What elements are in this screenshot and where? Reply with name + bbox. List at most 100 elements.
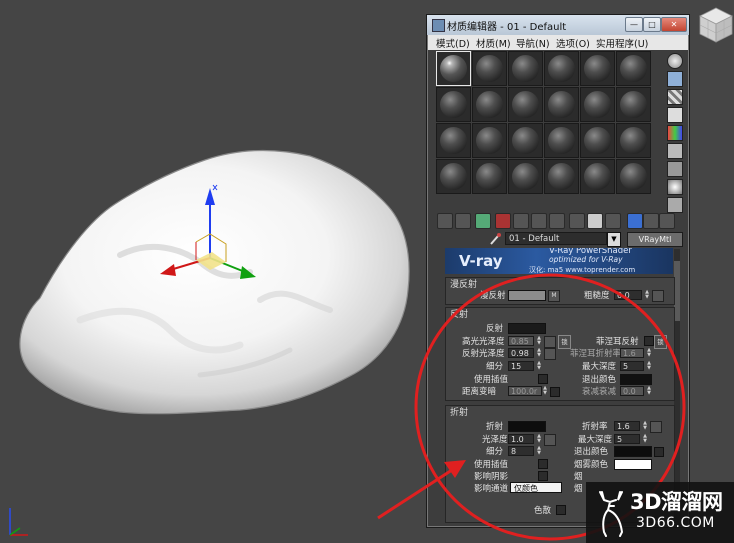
put-to-scene-icon[interactable] <box>455 213 471 229</box>
ior-spinner[interactable]: ▲ ▼ <box>642 421 648 431</box>
refr-gloss-field[interactable]: 1.0 <box>508 434 534 444</box>
dispersion-checkbox[interactable] <box>556 505 566 515</box>
maximize-button[interactable]: □ <box>643 17 661 32</box>
material-slot[interactable] <box>508 123 543 158</box>
fresnel-ior-spinner[interactable]: ▲ ▼ <box>646 348 652 358</box>
dim-distance-checkbox[interactable] <box>550 387 560 397</box>
material-slot[interactable] <box>436 51 471 86</box>
show-map-in-viewport-icon[interactable] <box>587 213 603 229</box>
dim-falloff-field[interactable]: 0.0 <box>620 386 644 396</box>
dim-falloff-spinner[interactable]: ▲ ▼ <box>646 386 652 396</box>
material-slot[interactable] <box>580 87 615 122</box>
material-slot[interactable] <box>616 87 651 122</box>
menu-mode[interactable]: 模式(D) <box>436 36 470 50</box>
diffuse-map-button[interactable]: M <box>548 290 560 302</box>
put-to-library-icon[interactable] <box>549 213 565 229</box>
dim-distance-field[interactable]: 100.0r <box>508 386 542 396</box>
material-id-channel-icon[interactable] <box>569 213 585 229</box>
close-button[interactable]: ✕ <box>661 17 687 32</box>
material-slot[interactable] <box>508 159 543 194</box>
material-editor-window[interactable]: 材质编辑器 - 01 - Default — □ ✕ 模式(D) 材质(M) 导… <box>426 14 690 528</box>
material-slot[interactable] <box>436 123 471 158</box>
go-forward-to-sibling-icon[interactable] <box>643 213 659 229</box>
diffuse-color-swatch[interactable] <box>508 290 546 301</box>
affect-shadows-checkbox[interactable] <box>538 471 548 481</box>
show-end-result-icon[interactable] <box>605 213 621 229</box>
refl-max-depth-field[interactable]: 5 <box>620 361 644 371</box>
refr-max-depth-field[interactable]: 5 <box>614 434 640 444</box>
video-color-check-icon[interactable] <box>667 125 683 141</box>
roughness-spinner[interactable]: ▲ ▼ <box>644 290 650 300</box>
refr-subdivs-spinner[interactable]: ▲ ▼ <box>536 446 542 456</box>
material-name-field[interactable]: 01 - Default <box>505 232 607 245</box>
backlight-icon[interactable] <box>667 71 683 87</box>
fresnel-ior-field[interactable]: 1.6 <box>620 348 644 358</box>
material-slot[interactable] <box>580 51 615 86</box>
material-slot[interactable] <box>616 123 651 158</box>
copy-material-icon[interactable] <box>513 213 529 229</box>
material-slot[interactable] <box>508 51 543 86</box>
sample-type-icon[interactable] <box>667 53 683 69</box>
refl-gloss-spinner[interactable]: ▲ ▼ <box>536 348 542 358</box>
reflect-color-swatch[interactable] <box>508 323 546 334</box>
material-slot[interactable] <box>616 159 651 194</box>
material-slot[interactable] <box>580 123 615 158</box>
viewcube-icon[interactable] <box>698 6 734 46</box>
get-material-icon[interactable] <box>437 213 453 229</box>
refl-exit-color-swatch[interactable] <box>620 374 652 385</box>
refr-exit-color-swatch[interactable] <box>614 446 652 457</box>
fresnel-lock-button[interactable]: 锁 <box>654 335 667 349</box>
material-slot[interactable] <box>544 123 579 158</box>
background-icon[interactable] <box>667 89 683 105</box>
menu-utilities[interactable]: 实用程序(U) <box>596 36 648 50</box>
select-by-material-icon[interactable] <box>667 179 683 195</box>
fog-color-swatch[interactable] <box>614 459 652 470</box>
hilight-gloss-spinner[interactable]: ▲ ▼ <box>536 336 542 346</box>
material-slot[interactable] <box>508 87 543 122</box>
refr-subdivs-field[interactable]: 8 <box>508 446 534 456</box>
hilight-gloss-field[interactable]: 0.85 <box>508 336 534 346</box>
sample-uv-tiling-icon[interactable] <box>667 107 683 123</box>
material-slot[interactable] <box>436 159 471 194</box>
refl-gloss-field[interactable]: 0.98 <box>508 348 534 358</box>
material-slot[interactable] <box>544 51 579 86</box>
material-slot[interactable] <box>580 159 615 194</box>
roughness-map-button[interactable] <box>652 290 664 302</box>
options-icon[interactable] <box>667 161 683 177</box>
refl-subdivs-spinner[interactable]: ▲ ▼ <box>536 361 542 371</box>
refr-exit-color-checkbox[interactable] <box>654 447 664 457</box>
reset-material-icon[interactable] <box>495 213 511 229</box>
go-to-parent-icon[interactable] <box>627 213 643 229</box>
make-preview-icon[interactable] <box>667 143 683 159</box>
material-type-button[interactable]: VRayMtl <box>627 232 683 247</box>
material-slot[interactable] <box>472 159 507 194</box>
menu-navigation[interactable]: 导航(N) <box>516 36 550 50</box>
material-slot[interactable] <box>436 87 471 122</box>
chevron-down-icon[interactable]: ▼ <box>607 232 621 247</box>
fresnel-checkbox[interactable] <box>644 336 654 346</box>
ior-field[interactable]: 1.6 <box>614 421 640 431</box>
refl-subdivs-field[interactable]: 15 <box>508 361 534 371</box>
minimize-button[interactable]: — <box>625 17 643 32</box>
material-slot[interactable] <box>472 123 507 158</box>
roughness-field[interactable]: 0.0 <box>614 290 642 300</box>
menu-material[interactable]: 材质(M) <box>476 36 511 50</box>
refr-gloss-map-button[interactable] <box>544 434 556 446</box>
ior-map-button[interactable] <box>650 421 662 433</box>
refr-gloss-spinner[interactable]: ▲ ▼ <box>536 434 542 444</box>
material-slot[interactable] <box>472 87 507 122</box>
refr-max-depth-spinner[interactable]: ▲ ▼ <box>642 434 648 444</box>
assign-to-selection-icon[interactable] <box>475 213 491 229</box>
title-bar[interactable]: 材质编辑器 - 01 - Default — □ ✕ <box>427 15 689 35</box>
dim-distance-spinner[interactable]: ▲ ▼ <box>542 386 548 396</box>
refl-gloss-map-button[interactable] <box>544 348 556 360</box>
refl-use-interp-checkbox[interactable] <box>538 374 548 384</box>
material-slot[interactable] <box>616 51 651 86</box>
make-unique-icon[interactable] <box>531 213 547 229</box>
refract-color-swatch[interactable] <box>508 421 546 432</box>
eyedropper-icon[interactable] <box>489 232 501 245</box>
material-slot[interactable] <box>472 51 507 86</box>
refl-max-depth-spinner[interactable]: ▲ ▼ <box>646 361 652 371</box>
material-slot[interactable] <box>544 159 579 194</box>
hilight-gloss-map-button[interactable] <box>544 336 556 348</box>
